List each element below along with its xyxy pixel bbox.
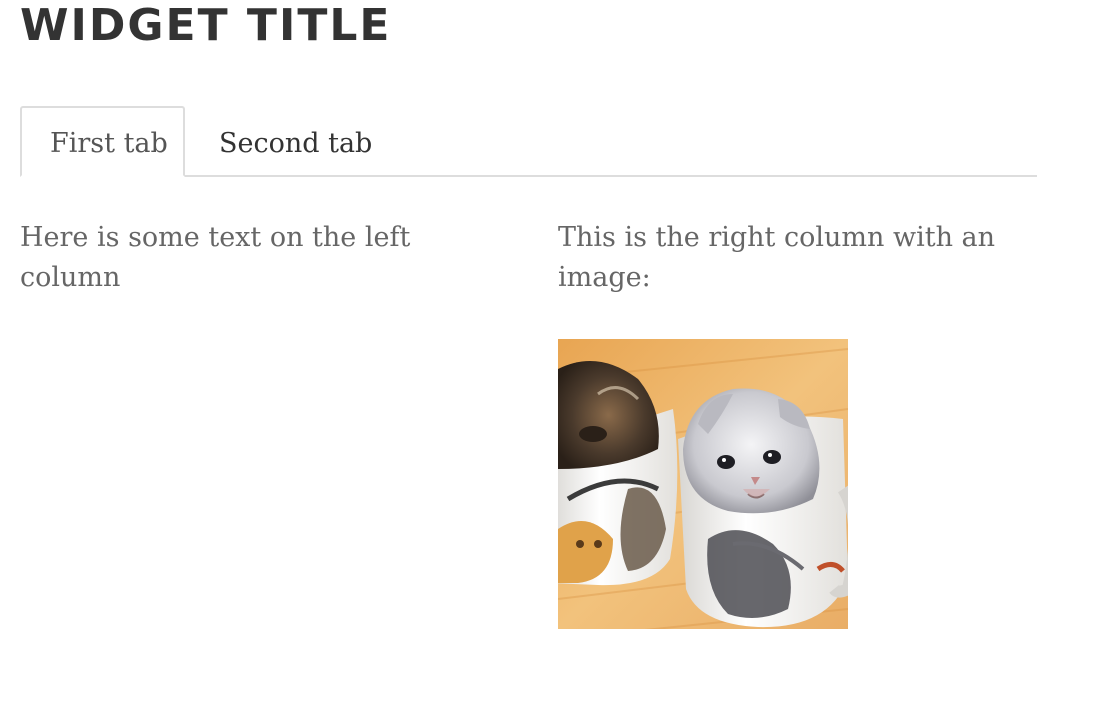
left-column: Here is some text on the left column (20, 218, 510, 298)
right-column-text: This is the right column with an image: (558, 222, 996, 293)
tab-second[interactable]: Second tab (185, 106, 406, 177)
tab-bar: First tab Second tab (20, 106, 1037, 177)
kittens-in-mugs-image (558, 339, 848, 629)
right-column: This is the right column with an image: (558, 218, 1028, 298)
left-column-text: Here is some text on the left column (20, 222, 411, 293)
widget-title: WIDGET TITLE (20, 0, 392, 51)
tab-first[interactable]: First tab (20, 106, 185, 177)
